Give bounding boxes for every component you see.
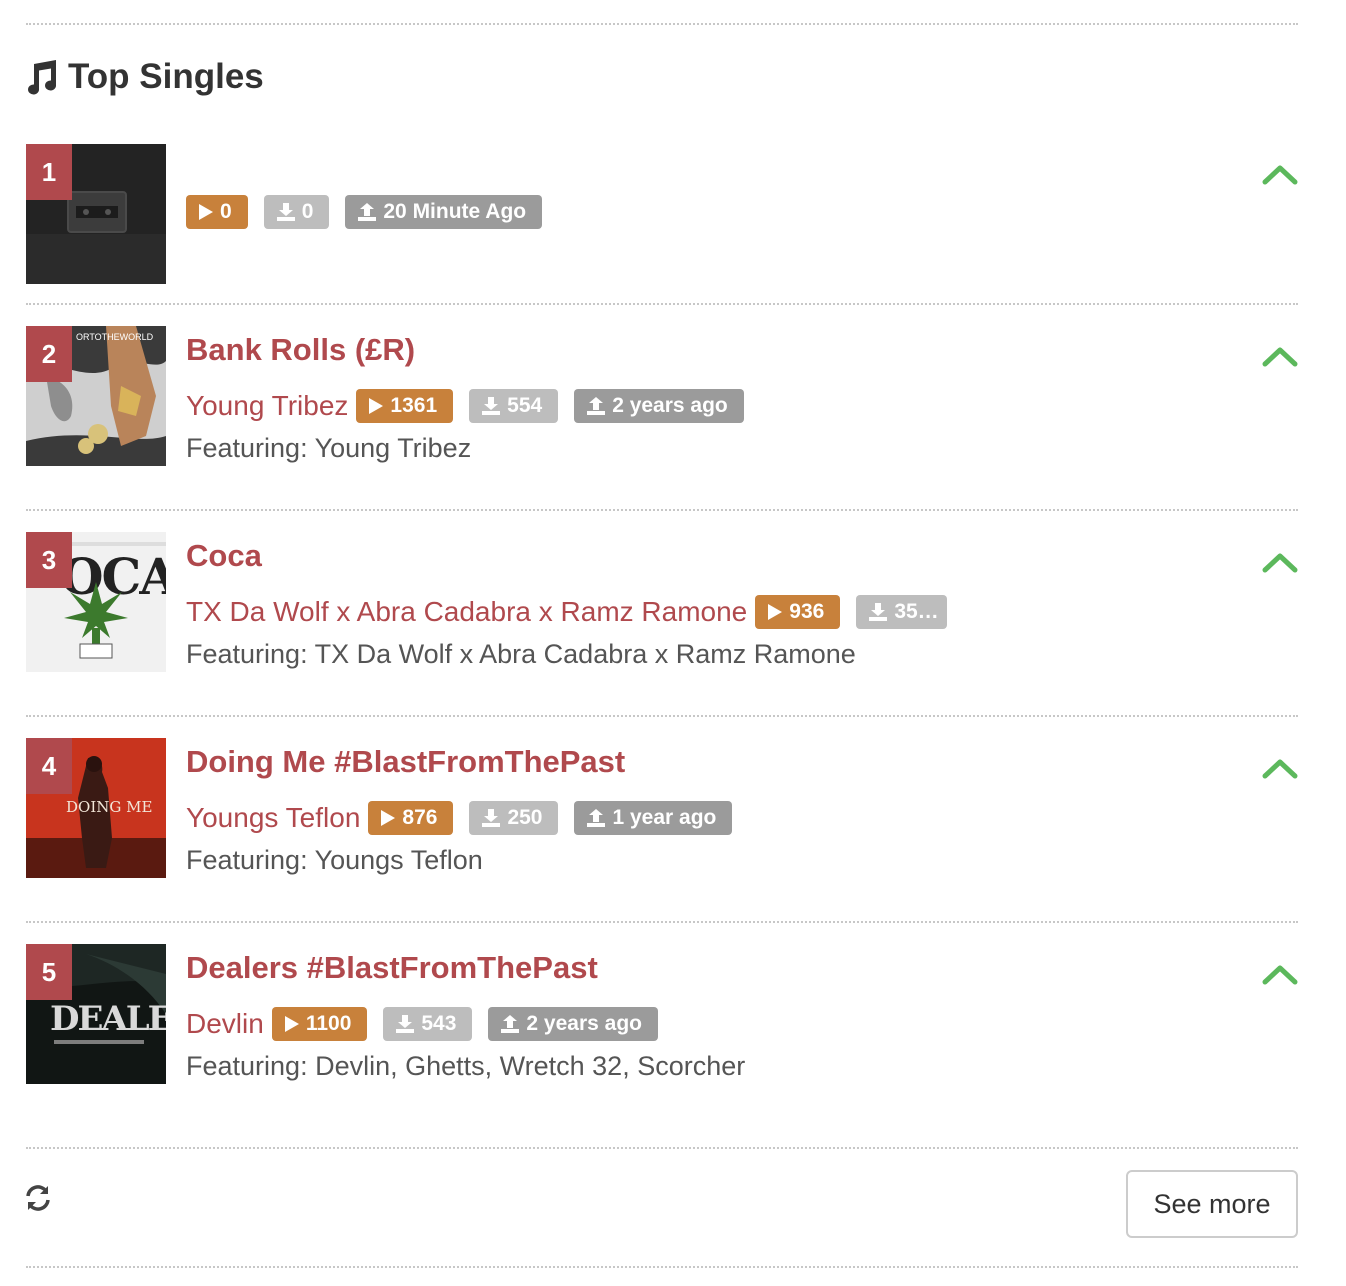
divider (26, 509, 1298, 511)
upload-icon (358, 203, 377, 221)
list-item[interactable]: ORTOTHEWORLD 2 Bank Rolls (£R) Young Tri… (26, 326, 1298, 466)
play-count: 1100 (305, 1012, 352, 1035)
stats-row: Youngs Teflon 876 250 1 year ago (186, 800, 748, 836)
single-title[interactable]: Dealers #BlastFromThePast (186, 948, 598, 988)
trend-up-icon (1262, 759, 1298, 779)
download-count-badge[interactable]: 554 (469, 389, 559, 423)
download-count: 0 (301, 200, 314, 223)
single-title[interactable]: Bank Rolls (£R) (186, 330, 415, 370)
featuring-text: Featuring: Young Tribez (186, 433, 472, 463)
download-count: 554 (507, 394, 543, 417)
rank-badge: 2 (26, 326, 72, 382)
upload-time-badge: 2 years ago (488, 1007, 658, 1041)
artist-link[interactable]: TX Da Wolf x Abra Cadabra x Ramz Ramone (186, 596, 747, 628)
stats-row: 0 0 20 Minute Ago (186, 194, 558, 230)
download-count-badge[interactable]: 250 (469, 801, 559, 835)
play-icon (369, 398, 384, 414)
list-item[interactable]: 1 0 0 20 Minute Ago (26, 144, 1298, 284)
stats-row: TX Da Wolf x Abra Cadabra x Ramz Ramone … (186, 594, 963, 630)
cover-text: ORTOTHEWORLD (76, 332, 154, 342)
upload-icon (501, 1015, 520, 1033)
trend-up-icon (1262, 965, 1298, 985)
upload-time-badge: 2 years ago (574, 389, 744, 423)
upload-time: 2 years ago (612, 394, 728, 417)
download-icon (869, 603, 888, 621)
play-icon (381, 810, 396, 826)
list-item[interactable]: DEALERS 5 Dealers #BlastFromThePast Devl… (26, 944, 1298, 1084)
artist-link[interactable]: Youngs Teflon (186, 802, 360, 834)
divider (26, 303, 1298, 305)
upload-time: 1 year ago (612, 806, 717, 829)
rank-badge: 4 (26, 738, 72, 794)
music-note-icon (28, 60, 57, 95)
upload-time-badge: 1 year ago (574, 801, 733, 835)
download-count-badge[interactable]: 543 (383, 1007, 473, 1041)
play-icon (284, 1016, 299, 1032)
single-title[interactable]: Doing Me #BlastFromThePast (186, 742, 625, 782)
play-count: 876 (402, 806, 438, 829)
download-count-badge[interactable]: 0 (263, 195, 330, 229)
artist-link[interactable]: Young Tribez (186, 390, 348, 422)
upload-time: 2 years ago (526, 1012, 642, 1035)
cover-text: DEALERS (50, 999, 166, 1039)
see-more-button[interactable]: See more (1126, 1170, 1298, 1238)
play-icon (768, 604, 783, 620)
play-count-badge[interactable]: 876 (368, 801, 454, 835)
download-count-badge[interactable]: 35… (856, 595, 947, 629)
download-count: 543 (421, 1012, 457, 1035)
divider (26, 921, 1298, 923)
play-icon (199, 204, 213, 220)
trend-up-icon (1262, 553, 1298, 573)
stats-row: Young Tribez 1361 554 2 years ago (186, 388, 760, 424)
play-count: 936 (789, 600, 825, 623)
upload-icon (587, 397, 606, 415)
stats-row: Devlin 1100 543 2 years ago (186, 1006, 674, 1042)
divider-bottom (26, 1266, 1298, 1268)
play-count-badge[interactable]: 1361 (356, 389, 454, 423)
rank-badge: 3 (26, 532, 72, 588)
divider (26, 715, 1298, 717)
list-item[interactable]: OCA 3 Coca TX Da Wolf x Abra Cadabra x R… (26, 532, 1298, 672)
featuring-text: Featuring: Devlin, Ghetts, Wretch 32, Sc… (186, 1051, 746, 1081)
download-count: 250 (507, 806, 543, 829)
play-count-badge[interactable]: 1100 (271, 1007, 368, 1041)
trend-up-icon (1262, 165, 1298, 185)
upload-icon (587, 809, 606, 827)
featuring-text: Featuring: TX Da Wolf x Abra Cadabra x R… (186, 639, 856, 669)
refresh-icon[interactable] (24, 1184, 52, 1212)
play-count-badge[interactable]: 936 (755, 595, 841, 629)
download-icon (396, 1015, 415, 1033)
upload-time: 20 Minute Ago (383, 200, 527, 223)
rank-badge: 5 (26, 944, 72, 1000)
download-icon (276, 203, 295, 221)
trend-up-icon (1262, 347, 1298, 367)
list-item[interactable]: DOING ME 4 Doing Me #BlastFromThePast Yo… (26, 738, 1298, 878)
divider-top (26, 23, 1298, 25)
featuring-text: Featuring: Youngs Teflon (186, 845, 483, 875)
single-title[interactable]: Coca (186, 536, 262, 576)
play-count-badge[interactable]: 0 (186, 195, 248, 229)
download-icon (482, 397, 501, 415)
section-header: Top Singles (24, 52, 264, 102)
upload-time-badge: 20 Minute Ago (345, 195, 543, 229)
section-title: Top Singles (68, 57, 264, 96)
download-icon (482, 809, 501, 827)
rank-badge: 1 (26, 144, 72, 200)
download-count: 35… (894, 600, 939, 623)
artist-link[interactable]: Devlin (186, 1008, 264, 1040)
play-count: 1361 (390, 394, 438, 417)
divider (26, 1147, 1298, 1149)
cover-text: DOING ME (66, 798, 152, 816)
play-count: 0 (220, 200, 232, 223)
